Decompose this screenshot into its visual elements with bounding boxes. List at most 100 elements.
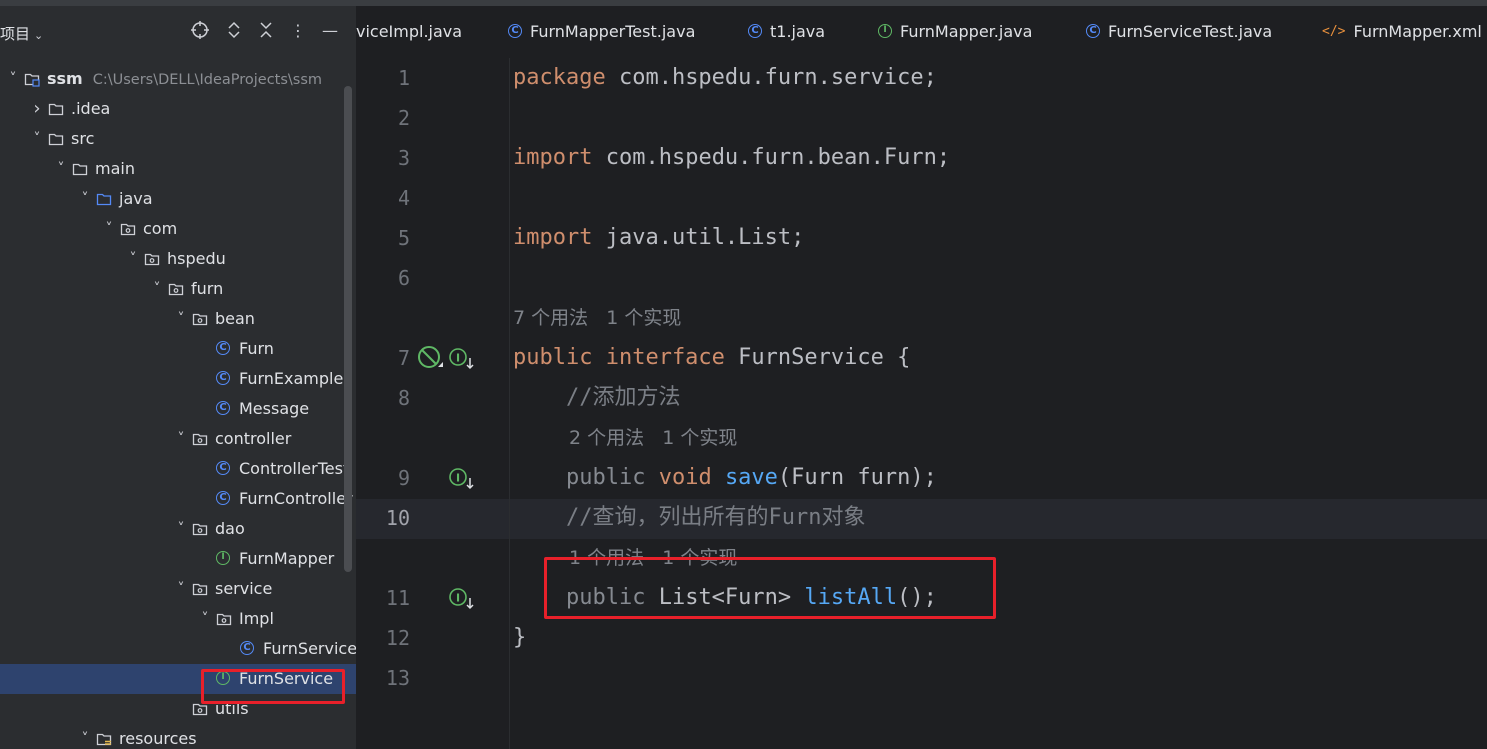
package-icon [144, 251, 160, 267]
chevron-right-icon[interactable]: › [30, 94, 44, 124]
project-view-selector[interactable]: 项目 ⌄ [0, 23, 43, 44]
tree-item-furn[interactable]: C Furn [0, 334, 356, 364]
expand-collapse-icon[interactable] [224, 20, 244, 42]
package-icon [192, 521, 208, 537]
tree-item-controller[interactable]: ˅ controller [0, 424, 356, 454]
tree-item-label: .idea [71, 94, 110, 124]
tab-furnmapper-xml[interactable]: </> FurnMapper.xml [1322, 6, 1482, 58]
tab-viceimpl-java[interactable]: viceImpl.java [356, 6, 462, 58]
line-number: 8 [397, 386, 410, 410]
minimize-icon[interactable]: — [320, 20, 340, 42]
resources-folder-icon [96, 731, 112, 747]
chevron-down-icon[interactable]: ˅ [174, 574, 188, 604]
tree-item-idea[interactable]: › .idea [0, 94, 356, 124]
tree-item-furn[interactable]: ˅ furn [0, 274, 356, 304]
tree-item-text: furn [191, 279, 224, 298]
package-icon [192, 311, 208, 327]
code-line[interactable]: //添加方法 [513, 378, 681, 418]
tree-item-controllertest[interactable]: C ControllerTest [0, 454, 356, 484]
class-icon: C [508, 24, 522, 38]
folder-icon [48, 101, 64, 117]
interface-icon: I [216, 551, 232, 567]
tree-item-furncontroller[interactable]: C FurnController [0, 484, 356, 514]
code-line[interactable]: //查询，列出所有的Furn对象 [513, 498, 865, 538]
code-line[interactable]: import java.util.List; [513, 218, 804, 258]
code-editor[interactable]: 1 package com.hspedu.furn.service; 2 3 impor… [356, 58, 1487, 749]
tree-item-ssm[interactable]: ˅ ssm C:\Users\DELL\IdeaProjects\ssm [0, 64, 356, 94]
tree-item-impl[interactable]: ˅ Impl [0, 604, 356, 634]
svg-text:I: I [456, 592, 460, 605]
tree-item-dao[interactable]: ˅ dao [0, 514, 356, 544]
tree-item-label: bean [215, 304, 255, 334]
tab-t1-java[interactable]: Ct1.java [748, 6, 825, 58]
tree-item-main[interactable]: ˅ main [0, 154, 356, 184]
chevron-down-icon[interactable]: ˅ [198, 604, 212, 634]
svg-text:I: I [456, 472, 460, 485]
module-folder-icon [24, 71, 40, 87]
chevron-down-icon[interactable]: ˅ [30, 124, 44, 154]
tree-item-furnmapper[interactable]: I FurnMapper [0, 544, 356, 574]
chevron-down-icon[interactable]: ˅ [78, 724, 92, 749]
tree-item-text: controller [215, 429, 292, 448]
tab-label: FurnMapper.java [900, 22, 1033, 41]
implemented-by-icon[interactable]: I [448, 347, 474, 370]
code-line[interactable]: public interface FurnService { [513, 338, 910, 378]
class-icon: C [240, 641, 256, 657]
annotation-box-furnservice [201, 669, 345, 704]
tree-item-text: java [119, 189, 153, 208]
tree-item-service[interactable]: ˅ service [0, 574, 356, 604]
editor-tabs: viceImpl.java C FurnMapperTest.java Ct1.jav… [356, 6, 1487, 59]
tree-scrollbar[interactable] [344, 86, 352, 572]
line-number: 1 [397, 66, 410, 90]
chevron-down-icon[interactable]: ˅ [54, 154, 68, 184]
tab-furnservicetest-java[interactable]: C FurnServiceTest.java [1086, 6, 1272, 58]
source-folder-icon [96, 191, 112, 207]
tree-item-resources[interactable]: ˅ resources [0, 724, 356, 749]
chevron-down-icon[interactable]: ˅ [150, 274, 164, 304]
usage-hint[interactable]: 2 个用法 1 个实现 [569, 418, 737, 458]
tree-item-message[interactable]: C Message [0, 394, 356, 424]
code-token: import [513, 225, 593, 250]
code-token: } [513, 625, 527, 650]
more-icon[interactable]: ⋮ [288, 20, 308, 42]
tree-item-label: hspedu [167, 244, 226, 274]
implemented-by-icon[interactable]: I [448, 467, 474, 490]
tree-item-text: FurnServiceI [263, 639, 356, 658]
tree-item-label: com [143, 214, 177, 244]
chevron-down-icon[interactable]: ˅ [126, 244, 140, 274]
code-line[interactable]: package com.hspedu.furn.service; [513, 58, 937, 98]
tree-item-hspedu[interactable]: ˅ hspedu [0, 244, 356, 274]
tree-item-label: ControllerTest [239, 454, 349, 484]
code-line[interactable]: } [513, 618, 526, 658]
tree-item-com[interactable]: ˅ com [0, 214, 356, 244]
tree-item-bean[interactable]: ˅ bean [0, 304, 356, 334]
usage-hint[interactable]: 7 个用法 1 个实现 [513, 298, 681, 338]
code-line[interactable]: public void save(Furn furn); [513, 458, 937, 498]
tree-item-label: furn [191, 274, 223, 304]
tree-item-src[interactable]: ˅ src [0, 124, 356, 154]
tree-item-label: Impl [239, 604, 274, 634]
chevron-down-icon[interactable]: ˅ [102, 214, 116, 244]
project-panel-title: 项目 [0, 25, 31, 43]
chevron-down-icon[interactable]: ˅ [6, 64, 20, 94]
class-icon: C [216, 461, 232, 477]
tree-item-furnservicei[interactable]: C FurnServiceI [0, 634, 356, 664]
line-number: 5 [397, 226, 410, 250]
tab-furnmappertest-java[interactable]: C FurnMapperTest.java [508, 6, 695, 58]
chevron-down-icon[interactable]: ˅ [174, 424, 188, 454]
tree-item-java[interactable]: ˅ java [0, 184, 356, 214]
chevron-down-icon[interactable]: ˅ [174, 514, 188, 544]
gutter-separator [509, 58, 510, 749]
chevron-down-icon[interactable]: ˅ [78, 184, 92, 214]
tab-furnmapper-java[interactable]: I FurnMapper.java [878, 6, 1032, 58]
package-icon [192, 581, 208, 597]
chevron-down-icon[interactable]: ˅ [174, 304, 188, 334]
locate-icon[interactable] [190, 20, 210, 42]
collapse-all-icon[interactable] [256, 20, 276, 42]
code-token: //查询，列出所有的Furn对象 [565, 505, 866, 530]
implemented-by-icon[interactable]: I [448, 587, 474, 610]
code-line[interactable]: import com.hspedu.furn.bean.Furn; [513, 138, 950, 178]
no-beans-icon[interactable] [416, 345, 443, 368]
tree-item-furnexample[interactable]: C FurnExample [0, 364, 356, 394]
